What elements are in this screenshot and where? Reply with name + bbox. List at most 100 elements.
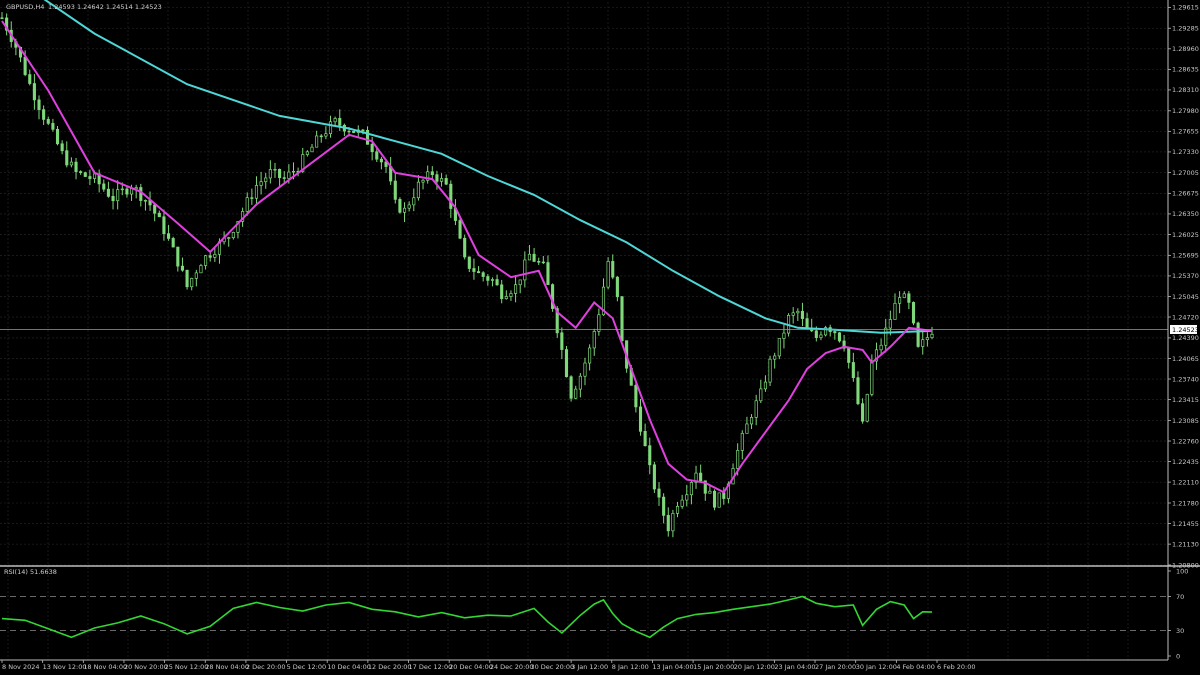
candle-body (671, 513, 675, 532)
candle-body (921, 339, 925, 347)
candle-body (865, 394, 869, 422)
candle-body (370, 143, 374, 153)
candle-body (208, 255, 212, 258)
candle-body (139, 187, 143, 201)
time-tick-label: 18 Nov 04:00 (83, 663, 127, 671)
time-tick-label: 5 Dec 12:00 (287, 663, 327, 671)
candle-body (643, 430, 647, 447)
time-tick-label: 23 Jan 04:00 (774, 663, 815, 671)
candle-body (88, 176, 92, 179)
candle-body (712, 490, 717, 508)
candle-body (814, 330, 818, 338)
candle-body (120, 188, 124, 191)
candle-body (458, 220, 462, 239)
price-tick-label: 1.23740 (1172, 375, 1199, 383)
candle-body (444, 178, 448, 185)
candle-body (773, 355, 777, 360)
candle-body (250, 197, 254, 199)
candle-body (435, 174, 439, 182)
candle-body (153, 204, 157, 214)
candle-body (851, 362, 855, 379)
candle-body (328, 121, 333, 135)
candle-body (421, 179, 425, 183)
time-tick-label: 27 Jan 20:00 (815, 663, 856, 671)
candle-body (268, 169, 272, 179)
candle-body (768, 358, 772, 383)
candle-body (615, 276, 619, 298)
candle-body (477, 271, 481, 274)
candle-body (79, 171, 83, 173)
candle-body (837, 332, 842, 342)
candle-body (37, 99, 41, 110)
candle-body (375, 151, 379, 160)
candle-body (407, 204, 411, 209)
price-tick-label: 1.27980 (1172, 107, 1199, 115)
candle-body (898, 297, 902, 304)
candle-body (740, 433, 744, 451)
candle-body (176, 246, 180, 267)
candle-body (833, 331, 837, 334)
candle-body (578, 375, 582, 390)
time-tick-label: 15 Jan 20:00 (693, 663, 734, 671)
chart-background (0, 0, 1200, 675)
trading-chart[interactable]: 1.29615 1.29285 1.28960 1.28635 1.28310 1.279… (0, 0, 1200, 675)
candle-body (893, 302, 897, 320)
candle-body (416, 181, 420, 199)
candle-body (634, 384, 638, 408)
candle-body (486, 276, 490, 281)
candle-body (227, 237, 231, 239)
rsi-tick-label: 0 (1176, 652, 1180, 660)
candle-body (662, 496, 666, 516)
candle-body (611, 261, 615, 278)
rsi-tick-label: 70 (1176, 593, 1184, 601)
price-tick-label: 1.27005 (1172, 169, 1199, 177)
candle-body (130, 188, 134, 195)
candle-body (125, 188, 129, 195)
price-tick-label: 1.23415 (1172, 396, 1199, 404)
price-tick-label: 1.22435 (1172, 458, 1199, 466)
candle-body (213, 253, 217, 258)
price-tick-label: 1.21455 (1172, 520, 1199, 528)
price-tick-label: 1.24720 (1172, 313, 1199, 321)
candle-body (264, 177, 268, 183)
price-tick-label: 1.25695 (1172, 252, 1199, 260)
candle-body (199, 265, 203, 274)
rsi-tick-label: 30 (1176, 627, 1184, 635)
candle-body (180, 265, 184, 271)
price-tick-label: 1.24390 (1172, 334, 1199, 342)
rsi-tick-label: 100 (1176, 567, 1188, 575)
candle-body (532, 253, 536, 262)
candle-body (92, 173, 97, 179)
candle-body (69, 161, 73, 166)
time-tick-label: 25 Nov 12:00 (165, 663, 209, 671)
candle-body (763, 381, 767, 390)
candle-body (819, 334, 823, 338)
candle-body (592, 330, 596, 349)
candle-body (65, 150, 69, 166)
price-tag-text: 1.24523 (1172, 326, 1199, 334)
price-tick-label: 1.21780 (1172, 499, 1199, 507)
price-tick-label: 1.27330 (1172, 148, 1199, 156)
candle-body (472, 268, 476, 272)
price-tick-label: 1.25045 (1172, 293, 1199, 301)
candle-body (51, 123, 55, 130)
candle-body (0, 17, 4, 19)
price-tag: 1.24523 (1170, 324, 1199, 334)
candle-body (527, 253, 532, 261)
candle-body (338, 118, 342, 126)
candle-body (157, 212, 161, 218)
candle-body (495, 279, 499, 286)
candle-body (583, 362, 587, 377)
candle-body (879, 344, 883, 351)
candle-body (194, 272, 198, 279)
candle-body (167, 233, 171, 239)
candle-body (514, 284, 518, 294)
candle-body (143, 200, 147, 202)
price-tick-label: 1.28960 (1172, 45, 1199, 53)
candle-body (666, 515, 670, 532)
candle-body (523, 259, 527, 281)
candle-body (588, 347, 592, 364)
candle-body (32, 83, 36, 101)
candle-body (777, 338, 781, 357)
candle-body (185, 269, 189, 288)
